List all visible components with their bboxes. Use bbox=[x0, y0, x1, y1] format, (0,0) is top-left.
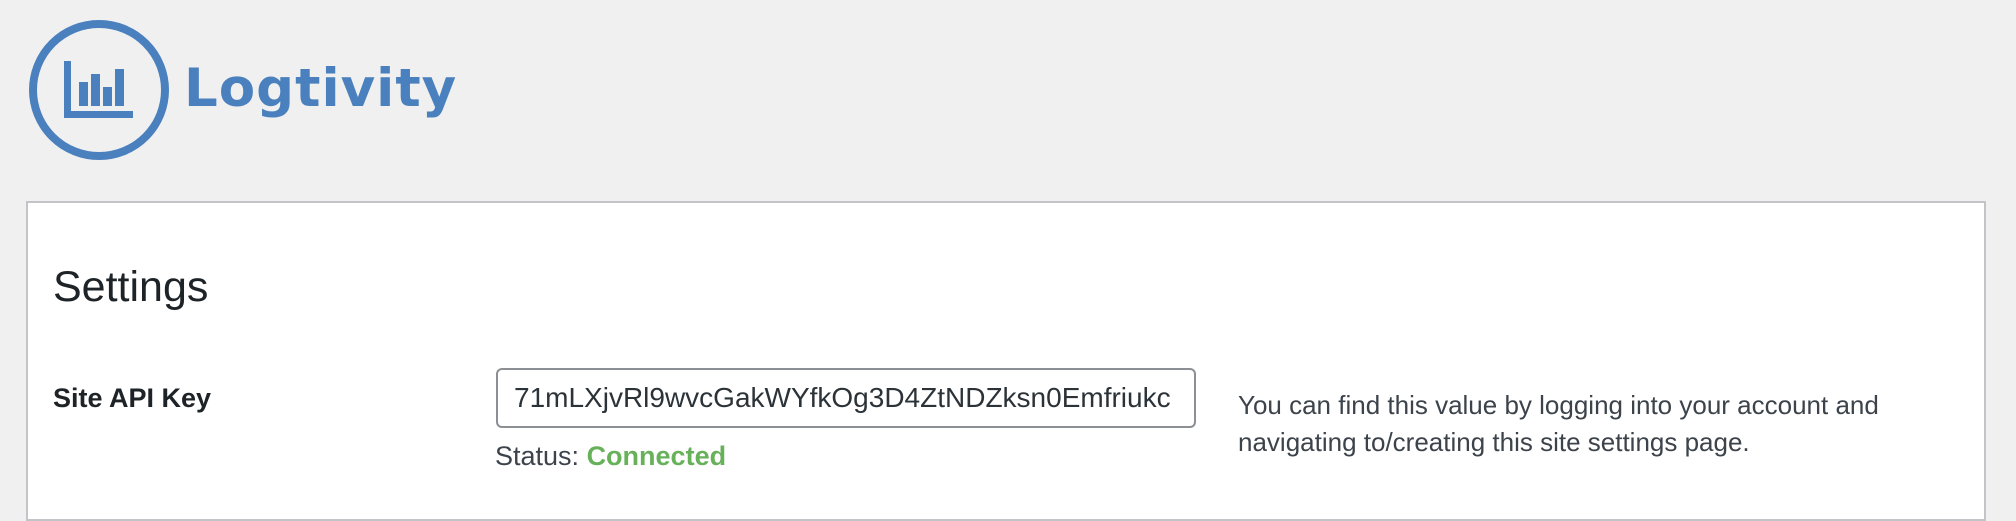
connection-status: Status: Connected bbox=[495, 441, 726, 472]
settings-panel: Settings Site API Key Status: Connected … bbox=[26, 201, 1986, 521]
header: Logtivity bbox=[28, 18, 457, 162]
api-key-help-text: You can find this value by logging into … bbox=[1238, 390, 1879, 457]
site-api-key-label: Site API Key bbox=[53, 383, 212, 413]
bar-chart-circle-icon bbox=[29, 20, 169, 160]
site-api-key-input[interactable] bbox=[496, 368, 1196, 428]
status-label: Status: bbox=[495, 441, 580, 471]
status-badge: Connected bbox=[586, 441, 727, 471]
brand-name: Logtivity bbox=[184, 57, 458, 119]
page-title: Settings bbox=[53, 263, 209, 311]
